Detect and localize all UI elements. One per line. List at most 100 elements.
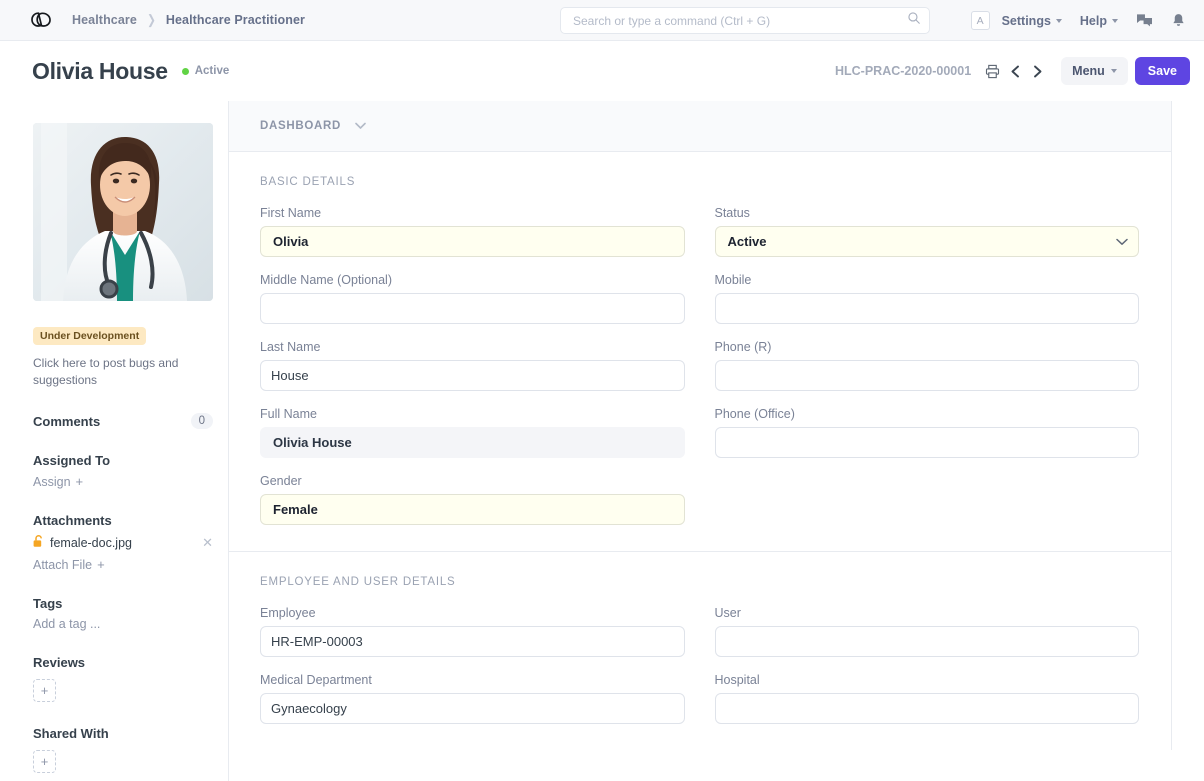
user-avatar[interactable]: A	[971, 11, 990, 30]
global-search-box[interactable]	[560, 7, 930, 34]
document-name: HLC-PRAC-2020-00001	[835, 64, 971, 78]
chevron-down-icon	[1111, 69, 1117, 73]
field-mobile: Mobile	[715, 273, 1140, 324]
basic-details-left-column: First Name Olivia Middle Name (Optional)…	[260, 206, 685, 525]
last-name-input[interactable]: House	[260, 360, 685, 391]
form-body: BASIC DETAILS First Name Olivia Middle N…	[229, 152, 1172, 750]
chevron-down-icon	[1056, 19, 1062, 23]
field-employee: Employee HR-EMP-00003	[260, 606, 685, 657]
comments-count-badge: 0	[191, 413, 213, 429]
menu-button-label: Menu	[1072, 64, 1105, 78]
breadcrumb-separator-icon: ❯	[147, 12, 156, 28]
plus-icon: +	[97, 557, 105, 572]
attachments-label: Attachments	[33, 513, 112, 528]
user-label: User	[715, 606, 1140, 620]
attach-file-label: Attach File	[33, 558, 92, 572]
remove-attachment-icon[interactable]: ✕	[202, 535, 213, 551]
bug-report-note[interactable]: Click here to post bugs and suggestions	[33, 355, 193, 389]
field-status: Status Active	[715, 206, 1140, 257]
section-basic-details: BASIC DETAILS First Name Olivia Middle N…	[229, 152, 1171, 552]
field-middle-name: Middle Name (Optional)	[260, 273, 685, 324]
status-label: Status	[715, 206, 1140, 220]
phone-r-label: Phone (R)	[715, 340, 1140, 354]
sidebar-comments-row[interactable]: Comments 0	[33, 413, 213, 429]
sidebar-attachments-row: Attachments	[33, 513, 213, 528]
plus-icon: +	[76, 474, 84, 489]
employee-left-column: Employee HR-EMP-00003 Medical Department…	[260, 606, 685, 724]
field-medical-department: Medical Department Gynaecology	[260, 673, 685, 724]
menu-button[interactable]: Menu	[1061, 57, 1128, 85]
nav-help-label: Help	[1080, 14, 1107, 28]
add-review-button[interactable]: +	[33, 679, 56, 702]
user-input[interactable]	[715, 626, 1140, 657]
print-icon[interactable]	[985, 64, 1000, 79]
under-development-badge: Under Development	[33, 327, 146, 345]
frappe-cloud-logo-icon[interactable]	[28, 7, 54, 33]
add-tag-label: Add a tag ...	[33, 617, 100, 631]
chat-icon[interactable]	[1136, 13, 1153, 28]
sidebar-assigned-to-row: Assigned To	[33, 453, 213, 468]
tab-dashboard[interactable]: DASHBOARD	[260, 120, 341, 132]
chevron-left-icon[interactable]	[1009, 64, 1022, 79]
mobile-input[interactable]	[715, 293, 1140, 324]
first-name-label: First Name	[260, 206, 685, 220]
status-select[interactable]: Active	[715, 226, 1140, 257]
bell-icon[interactable]	[1171, 13, 1186, 29]
page-body: Under Development Click here to post bug…	[0, 101, 1204, 781]
add-tag-action[interactable]: Add a tag ...	[33, 617, 228, 631]
add-shared-with-button[interactable]: +	[33, 750, 56, 773]
chevron-down-icon	[1116, 238, 1128, 246]
chevron-right-icon[interactable]	[1031, 64, 1044, 79]
medical-department-label: Medical Department	[260, 673, 685, 687]
employee-input[interactable]: HR-EMP-00003	[260, 626, 685, 657]
employee-label: Employee	[260, 606, 685, 620]
attachment-filename: female-doc.jpg	[50, 536, 132, 550]
nav-settings-menu[interactable]: Settings	[1002, 14, 1062, 28]
phone-r-input[interactable]	[715, 360, 1140, 391]
chevron-down-icon	[1112, 19, 1118, 23]
phone-office-input[interactable]	[715, 427, 1140, 458]
field-first-name: First Name Olivia	[260, 206, 685, 257]
attachment-item[interactable]: female-doc.jpg ✕	[33, 535, 213, 551]
search-icon[interactable]	[907, 11, 921, 30]
assign-action[interactable]: Assign +	[33, 474, 228, 489]
field-phone-r: Phone (R)	[715, 340, 1140, 391]
hospital-label: Hospital	[715, 673, 1140, 687]
gender-label: Gender	[260, 474, 685, 488]
nav-help-menu[interactable]: Help	[1080, 14, 1118, 28]
navbar-right-group: A Settings Help	[971, 0, 1190, 41]
top-navbar: Healthcare ❯ Healthcare Practitioner A S…	[0, 0, 1204, 41]
breadcrumb-item-healthcare[interactable]: Healthcare	[72, 13, 137, 27]
assign-label: Assign	[33, 475, 71, 489]
status-select-value: Active	[728, 234, 767, 249]
section-title-employee-and-user-details: EMPLOYEE AND USER DETAILS	[260, 576, 1139, 588]
hospital-input[interactable]	[715, 693, 1140, 724]
middle-name-input[interactable]	[260, 293, 685, 324]
page-title: Olivia House	[32, 58, 168, 85]
first-name-input[interactable]: Olivia	[260, 226, 685, 257]
page-header-actions: HLC-PRAC-2020-00001 Menu Save	[835, 41, 1190, 101]
search-input[interactable]	[571, 13, 907, 29]
comments-label: Comments	[33, 414, 100, 429]
gender-input[interactable]: Female	[260, 494, 685, 525]
full-name-label: Full Name	[260, 407, 685, 421]
assigned-to-label: Assigned To	[33, 453, 110, 468]
status-dot-icon	[182, 68, 189, 75]
last-name-label: Last Name	[260, 340, 685, 354]
attachment-name-wrap[interactable]: female-doc.jpg	[33, 535, 132, 551]
save-button[interactable]: Save	[1135, 57, 1190, 85]
breadcrumb-item-healthcare-practitioner[interactable]: Healthcare Practitioner	[166, 13, 305, 27]
sidebar-reviews-row: Reviews	[33, 655, 213, 670]
attach-file-action[interactable]: Attach File +	[33, 557, 228, 572]
chevron-down-icon[interactable]	[355, 122, 366, 130]
medical-department-input[interactable]: Gynaecology	[260, 693, 685, 724]
full-name-value: Olivia House	[260, 427, 685, 458]
main-content: DASHBOARD BASIC DETAILS First Name Olivi…	[228, 101, 1172, 781]
form-tabbar: DASHBOARD	[229, 101, 1172, 152]
practitioner-photo[interactable]	[33, 123, 213, 301]
reviews-label: Reviews	[33, 655, 85, 670]
breadcrumb: Healthcare ❯ Healthcare Practitioner	[72, 12, 305, 28]
unlock-icon	[33, 535, 44, 551]
sidebar: Under Development Click here to post bug…	[0, 101, 228, 781]
field-full-name: Full Name Olivia House	[260, 407, 685, 458]
